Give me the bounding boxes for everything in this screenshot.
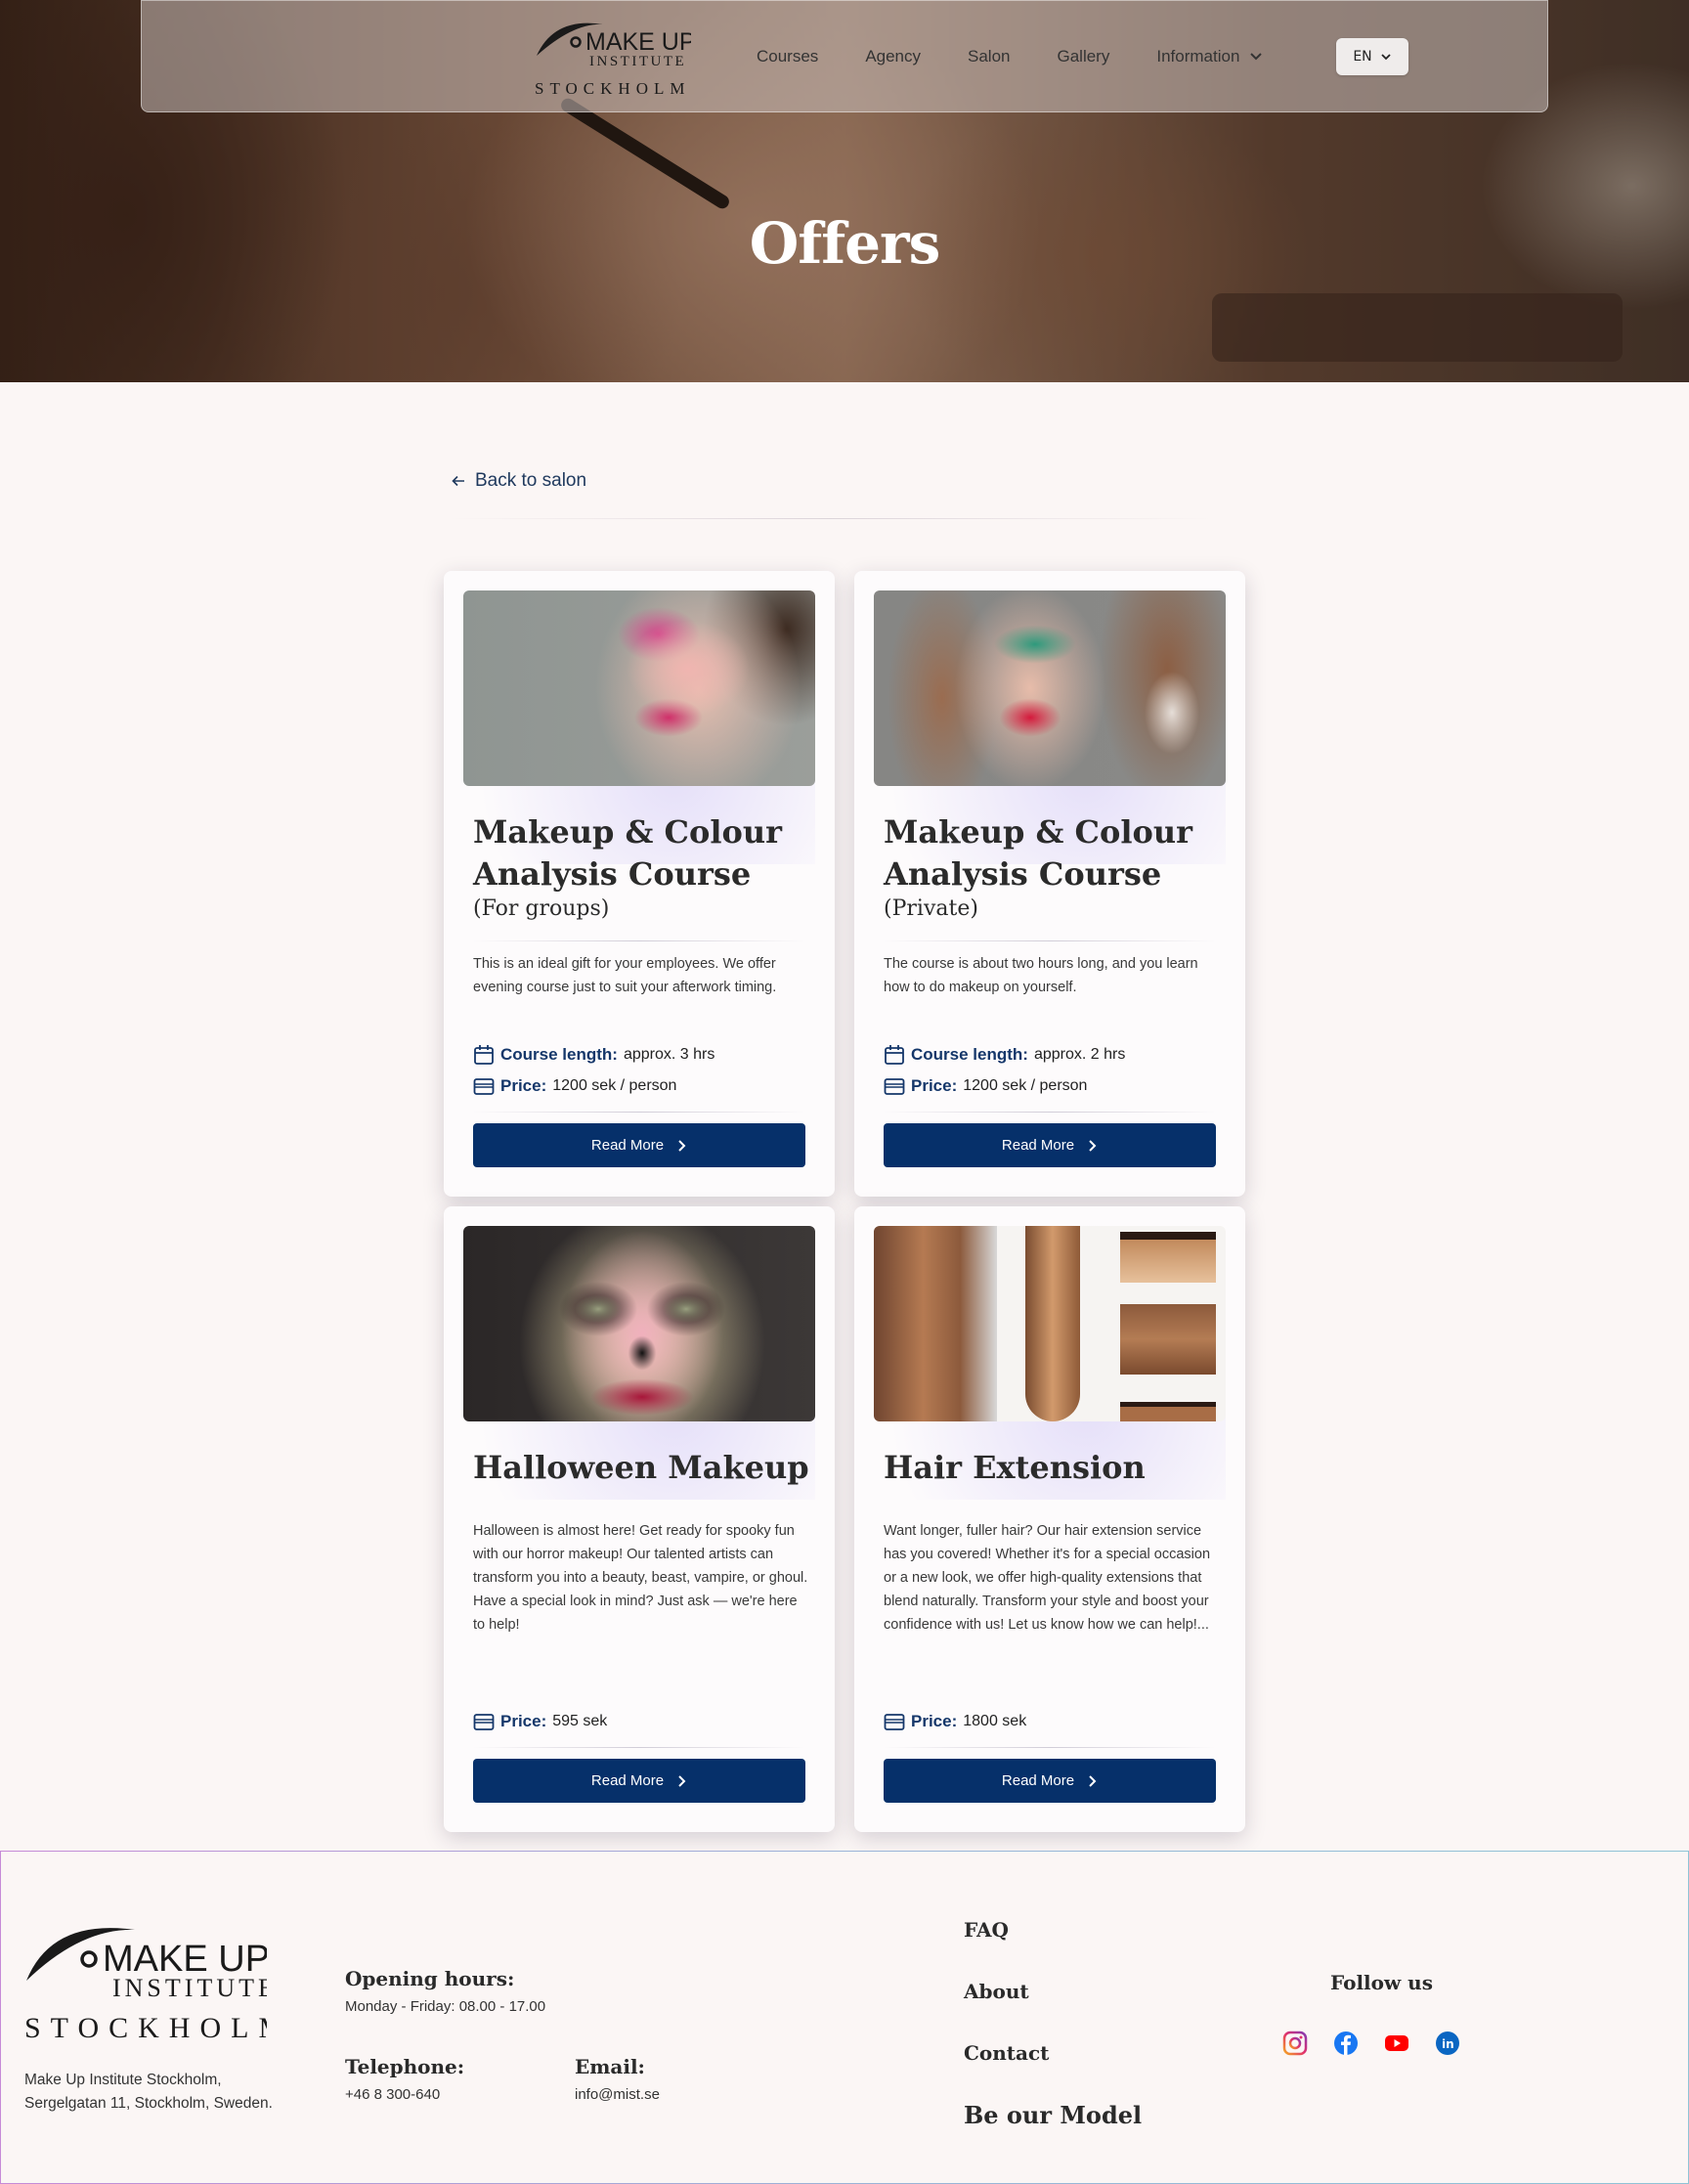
offer-image-halloween-makeup [463, 1226, 815, 1421]
price-label: Price: [500, 1712, 547, 1730]
page-title: Offers [749, 210, 941, 277]
price-label: Price: [911, 1076, 958, 1095]
back-to-salon-link[interactable]: Back to salon [452, 470, 586, 492]
telephone-value[interactable]: +46 8 300-640 [345, 2086, 440, 2103]
chevron-right-icon [678, 1139, 686, 1152]
offer-card: Makeup & Colour Analysis Course (For gro… [444, 571, 835, 1197]
telephone-label: Telephone: [345, 2055, 465, 2078]
opening-hours-label: Opening hours: [345, 1967, 515, 1990]
footer-link-about[interactable]: About [964, 1980, 1029, 2003]
card-title: Makeup & Colour Analysis Course [473, 813, 782, 893]
svg-text:STOCKHOLM: STOCKHOLM [535, 79, 690, 98]
top-navbar: MAKE UP INSTITUTE STOCKHOLM Courses Agen… [141, 0, 1548, 112]
chevron-right-icon [1089, 1774, 1097, 1787]
price: Price: 595 sek [473, 1711, 607, 1732]
price-label: Price: [500, 1076, 547, 1095]
nav-courses[interactable]: Courses [757, 47, 818, 66]
youtube-icon[interactable] [1382, 2029, 1411, 2058]
price: Price: 1200 sek / person [473, 1075, 676, 1097]
arrow-left-icon [452, 475, 464, 487]
footer-link-faq[interactable]: FAQ [964, 1918, 1009, 1942]
offer-card: Hair Extension Want longer, fuller hair?… [854, 1206, 1245, 1832]
nav-information[interactable]: Information [1156, 47, 1263, 66]
footer-address: Make Up Institute Stockholm, Sergelgatan… [24, 2072, 273, 2112]
card-subtitle: (Private) [884, 896, 978, 921]
read-more-label: Read More [590, 1772, 665, 1789]
language-label: EN [1353, 49, 1372, 65]
price-value: 1200 sek / person [552, 1077, 677, 1094]
facebook-icon[interactable] [1331, 2029, 1361, 2058]
course-length: Course length: approx. 2 hrs [884, 1044, 1125, 1066]
back-link-label: Back to salon [475, 470, 587, 491]
chevron-down-icon [1381, 54, 1391, 61]
read-more-button[interactable]: Read More [473, 1123, 805, 1167]
credit-card-icon [473, 1078, 495, 1095]
chevron-right-icon [678, 1774, 686, 1787]
card-title: Hair Extension [884, 1449, 1146, 1486]
credit-card-icon [884, 1078, 905, 1095]
calendar-icon [474, 1045, 494, 1065]
price: Price: 1200 sek / person [884, 1075, 1087, 1097]
read-more-button[interactable]: Read More [473, 1759, 805, 1803]
price-value: 595 sek [552, 1713, 608, 1729]
card-description: The course is about two hours long, and … [884, 956, 1198, 995]
svg-text:STOCKHOLM: STOCKHOLM [24, 2012, 267, 2044]
nav-agency[interactable]: Agency [865, 47, 921, 66]
card-description: Halloween is almost here! Get ready for … [473, 1523, 808, 1633]
card-description: Want longer, fuller hair? Our hair exten… [884, 1523, 1211, 1633]
follow-us-label: Follow us [1330, 1971, 1433, 1994]
footer-link-contact[interactable]: Contact [964, 2041, 1049, 2065]
credit-card-icon [884, 1714, 905, 1730]
card-description: This is an ideal gift for your employees… [473, 956, 777, 995]
read-more-label: Read More [1001, 1137, 1075, 1154]
svg-text:MAKE UP: MAKE UP [585, 28, 691, 56]
email-label: Email: [575, 2055, 645, 2078]
instagram-icon[interactable] [1280, 2029, 1310, 2058]
logo[interactable]: MAKE UP INSTITUTE STOCKHOLM [535, 17, 691, 101]
opening-hours-value: Monday - Friday: 08.00 - 17.00 [345, 1998, 546, 2015]
offer-image-hair-extension [874, 1226, 1226, 1421]
footer-link-be-our-model[interactable]: Be our Model [964, 2101, 1142, 2129]
card-title: Halloween Makeup [473, 1449, 809, 1486]
card-subtitle: (For groups) [473, 896, 610, 921]
price: Price: 1800 sek [884, 1711, 1026, 1732]
offer-image-green-makeup [874, 590, 1226, 786]
nav-information-label: Information [1156, 47, 1240, 66]
read-more-button[interactable]: Read More [884, 1123, 1216, 1167]
course-length-value: approx. 3 hrs [623, 1046, 715, 1063]
offer-card: Makeup & Colour Analysis Course (Private… [854, 571, 1245, 1197]
calendar-icon [885, 1045, 904, 1065]
card-title: Makeup & Colour Analysis Course [884, 813, 1192, 893]
read-more-label: Read More [590, 1137, 665, 1154]
offer-card: Halloween Makeup Halloween is almost her… [444, 1206, 835, 1832]
course-length-value: approx. 2 hrs [1033, 1046, 1126, 1063]
credit-card-icon [473, 1714, 495, 1730]
footer: MAKE UP INSTITUTE STOCKHOLM Make Up Inst… [0, 1851, 1689, 2184]
divider [450, 518, 1212, 519]
price-value: 1200 sek / person [963, 1077, 1088, 1094]
nav-gallery[interactable]: Gallery [1058, 47, 1110, 66]
footer-logo[interactable]: MAKE UP INSTITUTE STOCKHOLM [22, 1918, 267, 2045]
course-length-label: Course length: [500, 1045, 618, 1064]
read-more-button[interactable]: Read More [884, 1759, 1216, 1803]
svg-text:INSTITUTE: INSTITUTE [112, 1974, 267, 2002]
linkedin-icon[interactable]: in [1433, 2029, 1462, 2058]
chevron-down-icon [1250, 53, 1263, 61]
language-selector[interactable]: EN [1336, 38, 1408, 75]
svg-text:INSTITUTE: INSTITUTE [589, 54, 686, 69]
course-length: Course length: approx. 3 hrs [473, 1044, 715, 1066]
offer-image-pink-makeup [463, 590, 815, 786]
chevron-right-icon [1089, 1139, 1097, 1152]
read-more-label: Read More [1001, 1772, 1075, 1789]
price-value: 1800 sek [963, 1713, 1027, 1729]
course-length-label: Course length: [911, 1045, 1028, 1064]
nav-salon[interactable]: Salon [968, 47, 1010, 66]
svg-text:in: in [1442, 2037, 1454, 2051]
price-label: Price: [911, 1712, 958, 1730]
email-value[interactable]: info@mist.se [575, 2086, 660, 2103]
